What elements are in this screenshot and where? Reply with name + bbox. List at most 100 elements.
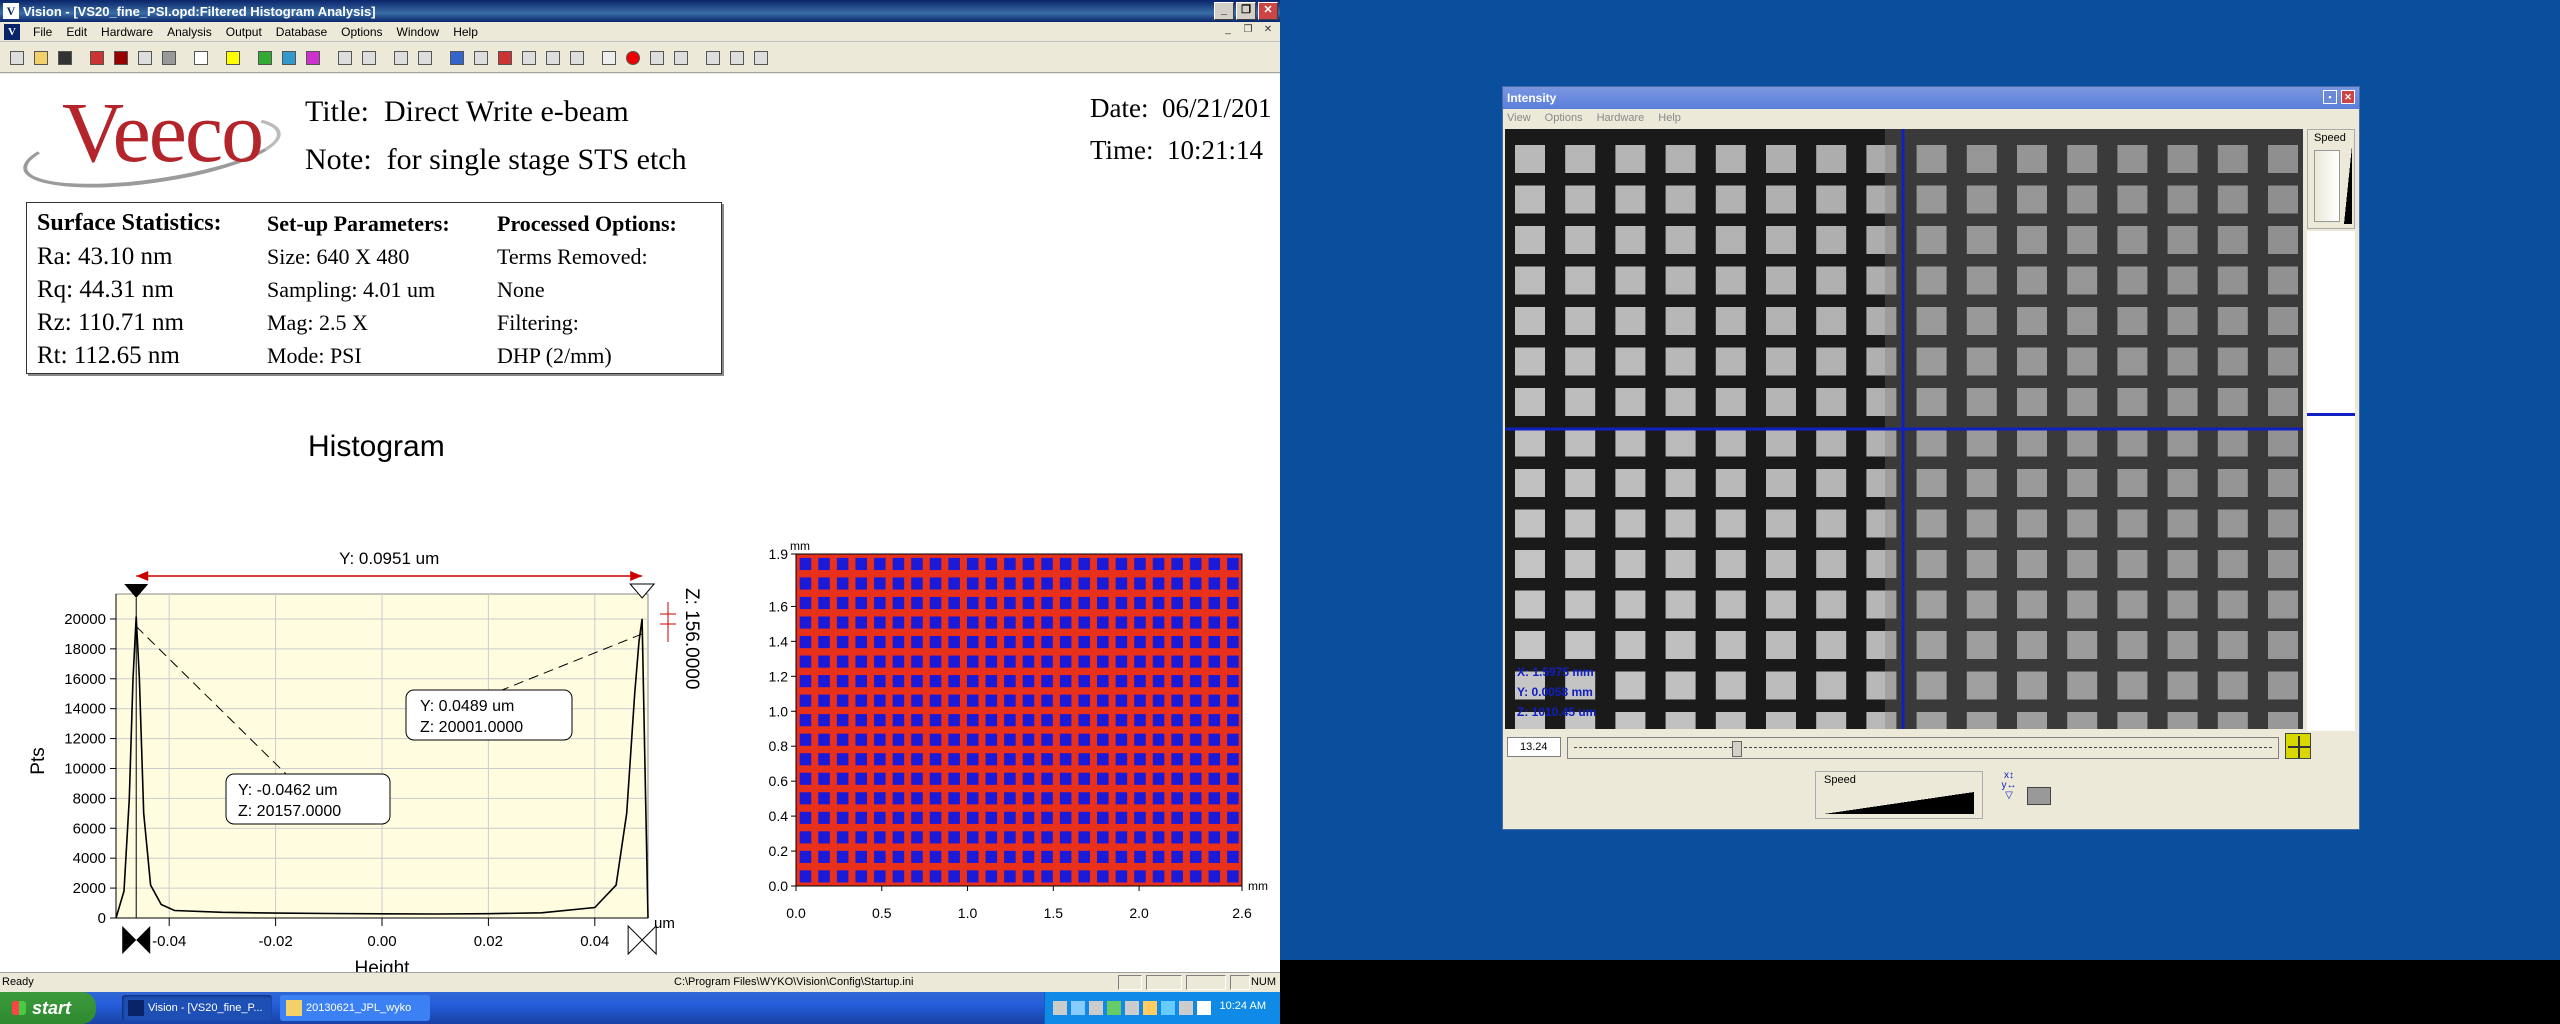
- intensity-live-image[interactable]: X: 1.5975 mm Y: 0.0058 mm Z: 1010.45 um: [1505, 129, 2303, 729]
- print-icon[interactable]: [158, 47, 180, 69]
- y-tick-label: 20000: [64, 611, 106, 628]
- map-cell: [1134, 694, 1146, 707]
- intensity-pin-button[interactable]: ▪: [2323, 90, 2337, 104]
- menu-hardware[interactable]: Hardware: [94, 22, 160, 42]
- record-icon[interactable]: [622, 47, 644, 69]
- tray-icon[interactable]: [1143, 1001, 1157, 1015]
- menu-options[interactable]: Options: [334, 22, 389, 42]
- new-icon[interactable]: [6, 47, 28, 69]
- map-cell: [966, 596, 979, 610]
- highlight-icon[interactable]: [222, 47, 244, 69]
- calc-icon[interactable]: [670, 47, 692, 69]
- map-cell: [1041, 577, 1053, 590]
- fft-icon[interactable]: [646, 47, 668, 69]
- step-icon[interactable]: [566, 47, 588, 69]
- task-vision[interactable]: Vision - [VS20_fine_P...: [122, 995, 272, 1021]
- copy-icon[interactable]: [414, 47, 436, 69]
- profile-y-icon[interactable]: [358, 47, 380, 69]
- y-tick-label: 1.0: [769, 703, 789, 719]
- save-icon[interactable]: [54, 47, 76, 69]
- map-cell: [1041, 655, 1053, 668]
- intensity-menu-view[interactable]: View: [1507, 112, 1531, 124]
- page-icon[interactable]: [190, 47, 212, 69]
- vision-app-icon[interactable]: V: [3, 3, 19, 19]
- intensity-menu-hardware[interactable]: Hardware: [1597, 112, 1645, 124]
- speed-panel[interactable]: Speed: [2307, 129, 2355, 229]
- doc-minimize-button[interactable]: _: [1220, 24, 1236, 38]
- close-button[interactable]: ✕: [1258, 2, 1278, 20]
- tray-icon[interactable]: [1125, 1001, 1139, 1015]
- minimize-button[interactable]: _: [1214, 2, 1234, 20]
- autofocus-icon[interactable]: [2285, 733, 2311, 759]
- menu-window[interactable]: Window: [390, 22, 447, 42]
- tray-volume-icon[interactable]: [1179, 1001, 1193, 1015]
- intensity-menu-options[interactable]: Options: [1545, 112, 1583, 124]
- y-tick-label: 4000: [73, 850, 106, 867]
- intensity-menu-help[interactable]: Help: [1658, 112, 1681, 124]
- report-icon[interactable]: [134, 47, 156, 69]
- doc-close-button[interactable]: ✕: [1260, 24, 1276, 38]
- map-cell: [874, 714, 886, 727]
- menu-output[interactable]: Output: [219, 22, 269, 42]
- main-titlebar[interactable]: V Vision - [VS20_fine_PSI.opd:Filtered H…: [0, 0, 1280, 22]
- doc-restore-button[interactable]: ❐: [1240, 24, 1256, 38]
- intensity-titlebar[interactable]: Intensity ✕ ▪: [1503, 87, 2359, 109]
- menu-edit[interactable]: Edit: [59, 22, 94, 42]
- map-cell: [1041, 831, 1053, 844]
- stats-icon[interactable]: [302, 47, 324, 69]
- bar-icon[interactable]: [494, 47, 516, 69]
- tray-icon[interactable]: [1053, 1001, 1067, 1015]
- tray-network-icon[interactable]: [1071, 1001, 1085, 1015]
- map-cell: [855, 636, 867, 649]
- open-icon[interactable]: [30, 47, 52, 69]
- menu-help[interactable]: Help: [446, 22, 485, 42]
- report-date: Date: 06/21/201: [1090, 93, 1272, 123]
- menu-database[interactable]: Database: [269, 22, 334, 42]
- xy-toggle-icon[interactable]: x↕ y↔ ▽: [1997, 771, 2021, 815]
- menu-file[interactable]: File: [26, 22, 59, 42]
- map-cell: [874, 792, 886, 805]
- report-time: Time: 10:21:14: [1090, 135, 1264, 165]
- speed-steps[interactable]: [2314, 150, 2340, 222]
- start-button[interactable]: start: [0, 992, 96, 1024]
- peak-icon[interactable]: [542, 47, 564, 69]
- help-icon[interactable]: [750, 47, 772, 69]
- camera-icon[interactable]: [2027, 787, 2051, 805]
- terms-icon[interactable]: [598, 47, 620, 69]
- filter-icon[interactable]: [518, 47, 540, 69]
- measure-icon[interactable]: [86, 47, 108, 69]
- map-cell: [1004, 753, 1016, 766]
- map-cell: [911, 616, 923, 629]
- statistics-box: Surface Statistics: Ra: 43.10 nm Rq: 44.…: [26, 202, 722, 374]
- tray-icon[interactable]: [1197, 1001, 1211, 1015]
- tray-icon[interactable]: [1107, 1001, 1121, 1015]
- tray-icon[interactable]: [1161, 1001, 1175, 1015]
- map-icon[interactable]: [446, 47, 468, 69]
- contour-icon[interactable]: [278, 47, 300, 69]
- restore-button[interactable]: ❐: [1236, 2, 1256, 20]
- slider-thumb[interactable]: [1732, 741, 1742, 757]
- map-cell: [799, 675, 812, 688]
- tray-icon[interactable]: [1089, 1001, 1103, 1015]
- y-tick-label: 12000: [64, 731, 106, 748]
- slider-readout[interactable]: 13.24: [1507, 737, 1561, 757]
- stop-icon[interactable]: [110, 47, 132, 69]
- menu-analysis[interactable]: Analysis: [160, 22, 219, 42]
- windows-flag-icon: [12, 1001, 26, 1015]
- speed-control[interactable]: Speed: [1815, 771, 1983, 819]
- map-cell: [1022, 675, 1035, 688]
- map-cell: [892, 733, 905, 746]
- document-icon[interactable]: V: [4, 23, 20, 40]
- slope-icon[interactable]: [470, 47, 492, 69]
- profile-x-icon[interactable]: [334, 47, 356, 69]
- intensity-close-button[interactable]: ✕: [2341, 90, 2355, 104]
- mask-icon[interactable]: [390, 47, 412, 69]
- task-folder[interactable]: 20130621_JPL_wyko: [280, 995, 430, 1021]
- map-cell: [929, 733, 942, 746]
- map-cell: [929, 811, 942, 824]
- plot-3d-icon[interactable]: [254, 47, 276, 69]
- tool-icon[interactable]: [702, 47, 724, 69]
- zoom-icon[interactable]: [726, 47, 748, 69]
- light-slider[interactable]: [1567, 737, 2279, 759]
- map-cell: [1152, 616, 1165, 629]
